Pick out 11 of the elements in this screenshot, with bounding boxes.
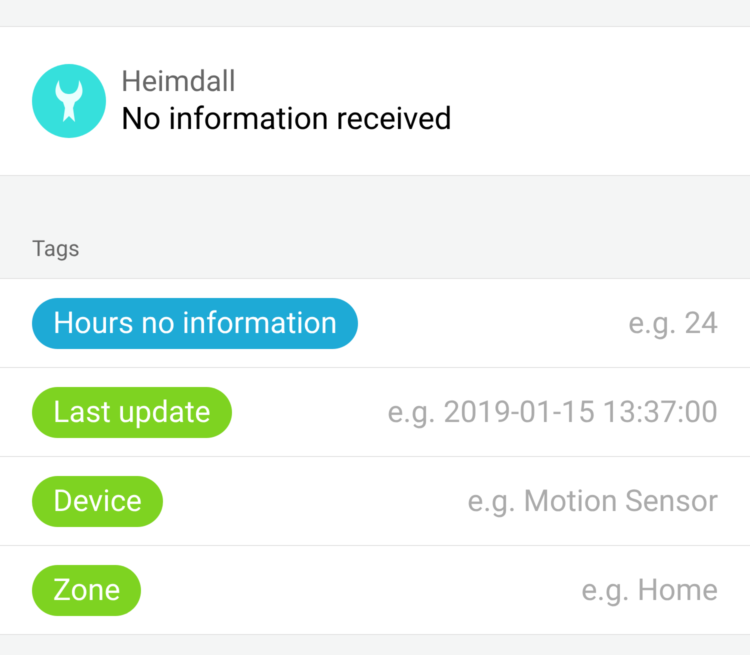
tag-value-field[interactable]: e.g. Motion Sensor	[178, 478, 718, 524]
tag-pill: Zone	[32, 564, 142, 616]
tag-value-field[interactable]: e.g. Home	[157, 568, 718, 612]
tag-pill: Device	[32, 476, 163, 526]
tag-value-field[interactable]: e.g. 24	[374, 300, 718, 346]
section-title: Tags	[32, 236, 80, 264]
app-status: No information received	[121, 100, 452, 138]
tag-pill: Hours no information	[32, 298, 358, 348]
tag-value-field[interactable]: e.g. 2019-01-15 13:37:00	[248, 390, 718, 434]
app-name: Heimdall	[121, 64, 237, 100]
tag-pill: Last update	[32, 386, 232, 438]
